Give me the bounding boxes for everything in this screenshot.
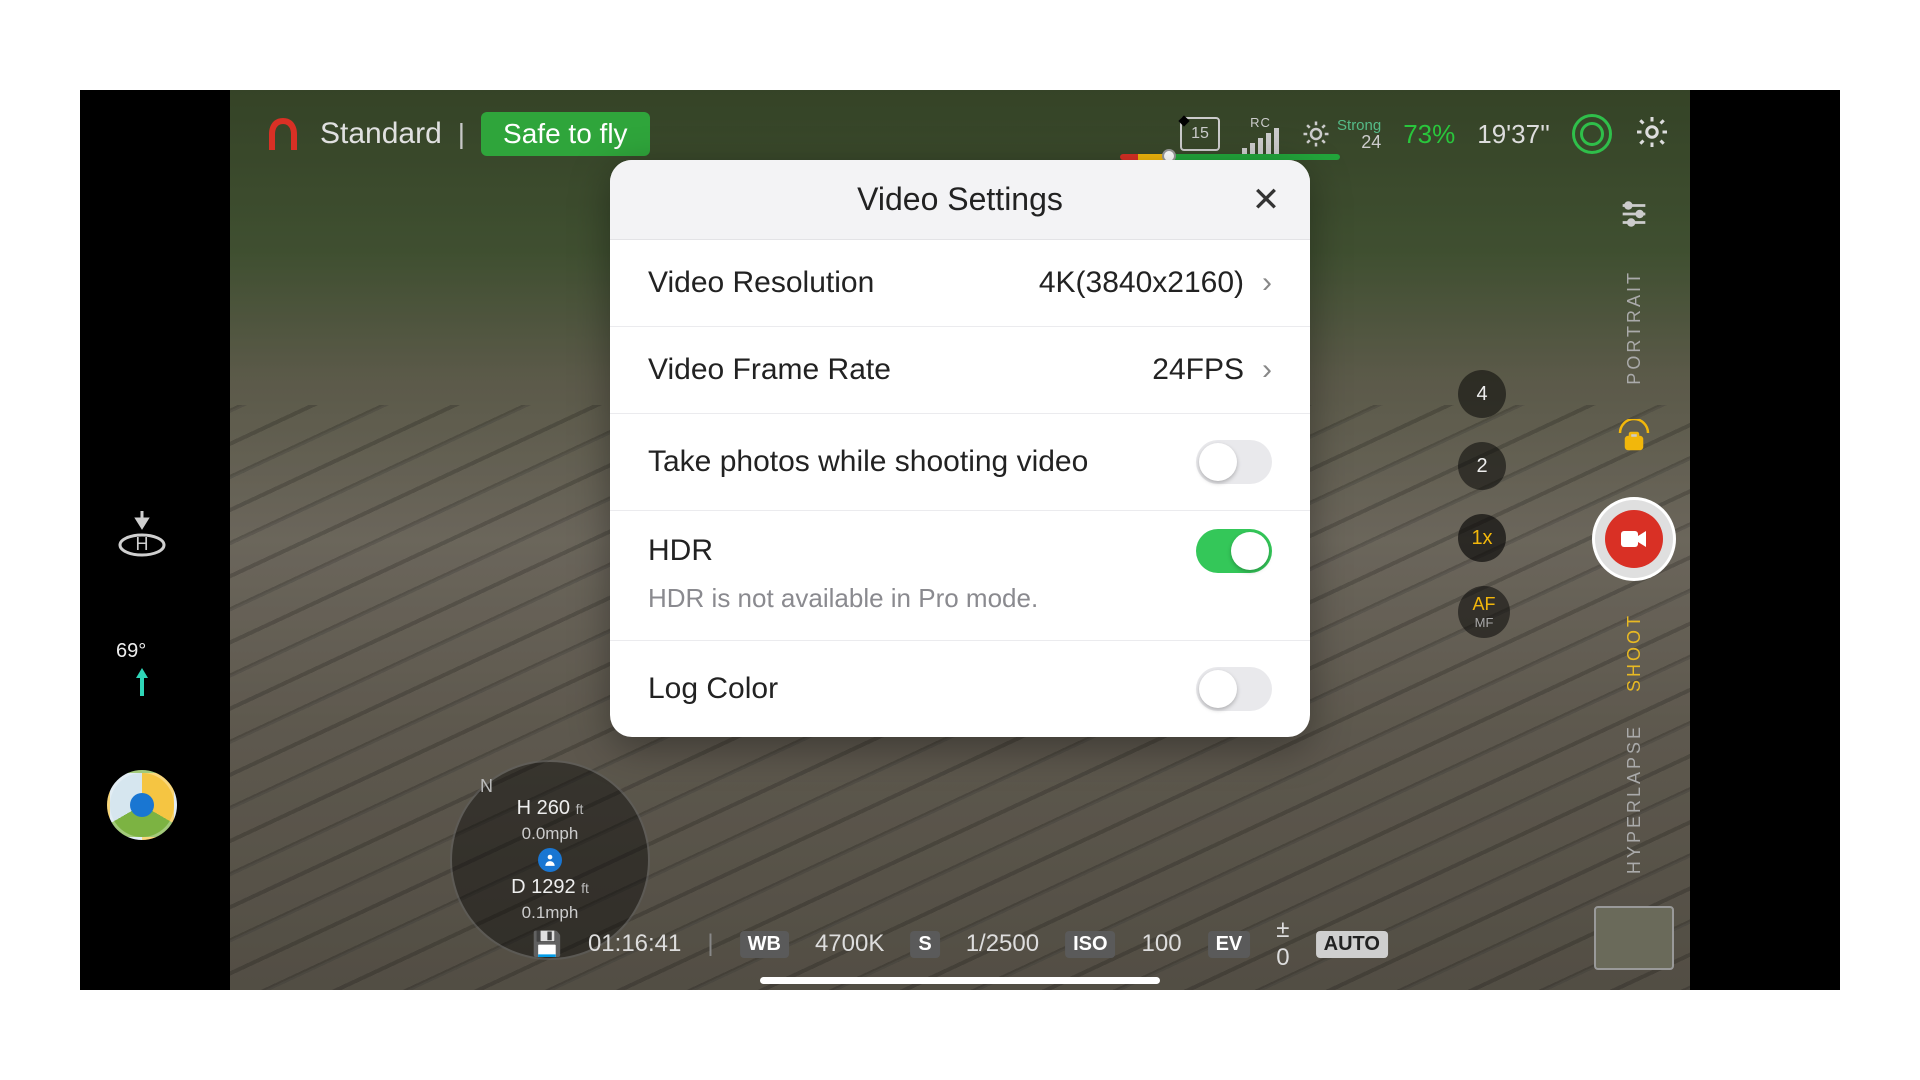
wb-chip[interactable]: WB [740,931,789,958]
distance-value: D 1292 [511,876,576,898]
hdr-toggle[interactable] [1196,529,1272,573]
focus-mode-button[interactable]: AF MF [1458,586,1510,638]
chevron-right-icon: › [1262,266,1272,300]
brand-icon[interactable] [258,109,308,159]
framerate-value: 24FPS [1152,353,1244,387]
drone-app: Standard | Safe to fly 15 RC Strong 24 7… [80,90,1840,990]
camera-viewport: Standard | Safe to fly 15 RC Strong 24 7… [230,90,1690,990]
top-right-status: 15 RC Strong 24 73% 19'37'' [1180,114,1670,155]
row-video-framerate[interactable]: Video Frame Rate 24FPS › [610,327,1310,414]
rc-signal-icon[interactable]: RC [1242,115,1279,154]
ev-value: ± 0 [1276,916,1289,972]
resolution-label: Video Resolution [648,266,874,300]
svg-text:H: H [136,534,149,554]
record-time: 01:16:41 [588,930,681,958]
mode-portrait[interactable]: PORTRAIT [1624,270,1645,385]
video-icon [1605,510,1663,568]
pillar-right [1690,90,1840,990]
gimbal-degree-value: 69° [116,640,146,663]
row-log-color: Log Color [610,641,1310,737]
altitude-value: H 260 [517,797,570,819]
compass-n: N [480,776,493,797]
log-color-label: Log Color [648,672,778,706]
mode-shoot[interactable]: SHOOT [1624,613,1645,692]
vertical-speed: 0.0mph [522,824,579,844]
flight-status[interactable]: Safe to fly [481,112,650,156]
record-button[interactable] [1592,497,1676,581]
photo-video-switch-icon[interactable] [1610,417,1658,465]
camera-controls: PORTRAIT SHOOT HYPERLAPSE [1592,190,1676,970]
top-bar: Standard | Safe to fly 15 RC Strong 24 7… [258,104,1670,164]
iso-value: 100 [1142,930,1182,958]
zoom-2x[interactable]: 2 [1458,442,1506,490]
return-home-icon[interactable]: H [107,500,177,570]
camera-telemetry-bar: 💾 01:16:41 | WB 4700K S 1/2500 ISO 100 E… [532,916,1388,972]
hdr-note: HDR is not available in Pro mode. [648,583,1272,614]
battery-percent[interactable]: 73% [1403,119,1455,150]
separator: | [458,118,465,150]
ev-chip[interactable]: EV [1208,931,1251,958]
flight-mode[interactable]: Standard [320,117,442,151]
video-settings-modal: Video Settings ✕ Video Resolution 4K(384… [610,160,1310,737]
mf-label: MF [1475,615,1494,630]
gps-count: 24 [1337,133,1381,151]
flight-time-remaining: 19'37'' [1477,119,1550,150]
close-icon[interactable]: ✕ [1246,180,1286,220]
home-indicator[interactable] [760,977,1160,984]
save-icon: 💾 [532,930,562,959]
framerate-label: Video Frame Rate [648,353,891,387]
obstacle-avoidance-icon[interactable] [1572,114,1612,154]
mode-hyperlapse[interactable]: HYPERLAPSE [1624,724,1645,874]
map-icon[interactable] [107,770,177,840]
left-controls: H 69° [102,500,182,840]
zoom-4x[interactable]: 4 [1458,370,1506,418]
modal-title: Video Settings [857,181,1063,218]
gimbal-angle[interactable]: 69° [102,630,182,710]
iso-chip[interactable]: ISO [1065,931,1115,958]
shutter-value: 1/2500 [966,930,1039,958]
row-video-resolution[interactable]: Video Resolution 4K(3840x2160) › [610,240,1310,327]
sd-card-icon[interactable]: 15 [1180,117,1220,151]
gallery-thumbnail[interactable] [1594,906,1674,970]
auto-chip[interactable]: AUTO [1316,931,1388,958]
chevron-right-icon: › [1262,353,1272,387]
shutter-chip[interactable]: S [910,931,939,958]
gps-status[interactable]: Strong 24 [1301,118,1381,151]
hdr-label: HDR [648,534,713,568]
log-color-toggle[interactable] [1196,667,1272,711]
zoom-1x[interactable]: 1x [1458,514,1506,562]
resolution-value: 4K(3840x2160) [1039,266,1244,300]
rc-label: RC [1250,115,1271,130]
piv-label: Take photos while shooting video [648,445,1088,479]
af-label: AF [1472,594,1495,615]
piv-toggle[interactable] [1196,440,1272,484]
exposure-settings-icon[interactable] [1610,190,1658,238]
zoom-controls: 4 2 1x AF MF [1458,370,1510,638]
settings-icon[interactable] [1634,114,1670,155]
wb-value: 4700K [815,930,884,958]
row-piv: Take photos while shooting video [610,414,1310,511]
gps-strength: Strong [1337,118,1381,133]
user-position-icon [538,848,562,872]
modal-header: Video Settings ✕ [610,160,1310,240]
row-hdr: HDR HDR is not available in Pro mode. [610,511,1310,641]
